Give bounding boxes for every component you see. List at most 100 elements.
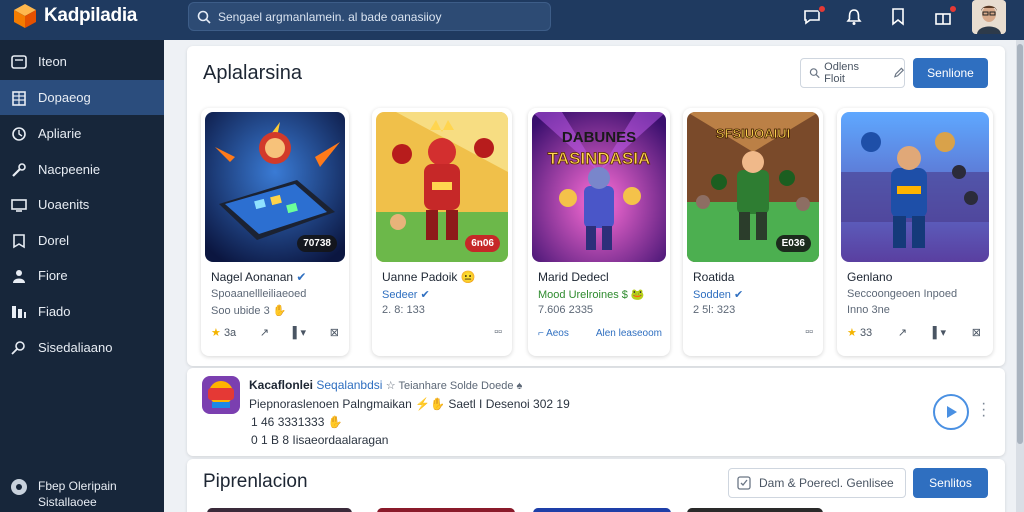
sidebar-item-label: Fiore bbox=[38, 268, 68, 283]
sidebar-footer[interactable]: Fbep Oleripain Sistallaoee bbox=[10, 478, 117, 510]
play-button[interactable] bbox=[933, 394, 969, 430]
sidebar-item-label: Sisedaliaano bbox=[38, 340, 113, 355]
filter-label: Odlens Floit bbox=[824, 61, 860, 85]
share-icon[interactable]: ↗ bbox=[260, 326, 269, 339]
app-name: Kadpiladia bbox=[44, 5, 138, 26]
sidebar-item-dorel[interactable]: Dorel bbox=[0, 223, 164, 258]
bookmarks-button[interactable] bbox=[886, 5, 910, 29]
game-title-art: SFSIUOAIUI bbox=[715, 126, 790, 142]
game-logo-icon bbox=[202, 376, 240, 414]
checkbox-icon bbox=[737, 476, 751, 490]
notifications-button[interactable] bbox=[842, 5, 866, 29]
feed-stats: 1 46 3331333 ✋ bbox=[251, 415, 343, 429]
more-options-icon[interactable]: · · · bbox=[981, 396, 986, 424]
sidebar-item-fiado[interactable]: Fiado bbox=[0, 294, 164, 329]
app-name: Nagel Aonanan ✔ bbox=[211, 270, 307, 284]
link-aeos[interactable]: ⌐ Aeos bbox=[538, 328, 569, 339]
primary-action-label: Senlione bbox=[927, 66, 974, 80]
app-name: Marid Dedecl bbox=[538, 270, 609, 284]
sidebar-item-label: Dorel bbox=[38, 233, 70, 248]
search-input[interactable] bbox=[218, 9, 538, 24]
app-subtitle: Sedeer ✔ bbox=[382, 289, 430, 301]
notification-dot bbox=[818, 5, 826, 13]
bell-icon bbox=[846, 9, 862, 25]
app-thumbnail[interactable]: SFSIUOAIUI E036 bbox=[687, 112, 819, 262]
link-alen[interactable]: Alen leaseoom bbox=[596, 328, 662, 339]
card-actions: ★ 3a ↗ ▌▾ ⊠ bbox=[211, 326, 339, 339]
more-icon[interactable]: ▫▫ bbox=[805, 326, 813, 338]
filter-checkbox-button[interactable]: Dam & Poerecl. Genlisee bbox=[728, 468, 906, 498]
card-preview[interactable] bbox=[207, 508, 352, 512]
app-card[interactable]: 70738 Nagel Aonanan ✔ Spoaanellleiliaeoe… bbox=[201, 108, 349, 356]
app-meta: 7.606 2335 bbox=[538, 304, 594, 316]
sidebar-item-dopaeog[interactable]: Dopaeog bbox=[0, 80, 164, 115]
top-bar: Kadpiladia bbox=[0, 0, 1024, 40]
sidebar-item-sisedaliaano[interactable]: Sisedaliaano bbox=[0, 330, 164, 365]
card-preview[interactable] bbox=[687, 508, 823, 512]
expand-icon[interactable]: ⊠ bbox=[330, 326, 339, 339]
app-card[interactable]: Genlano Seccoongeoen Inpoed Inno 3ne ★ 3… bbox=[837, 108, 993, 356]
sidebar-item-apliarie[interactable]: Apliarie bbox=[0, 116, 164, 151]
apps-panel: Aplalarsina Odlens Floit Senlione 70738 … bbox=[187, 46, 1005, 366]
app-card[interactable]: SFSIUOAIUI E036 Roatida Sodden ✔ 2 5l: 3… bbox=[683, 108, 823, 356]
thumbs-down-icon[interactable]: ▌▾ bbox=[293, 326, 306, 339]
feed-title-line: Kacaflonlei Seqalanbdsi ☆ Teianhare Sold… bbox=[249, 378, 522, 392]
feed-description-tail: I Desenoi 302 19 bbox=[479, 397, 570, 411]
window-icon bbox=[11, 54, 27, 69]
card-actions: ▫▫ bbox=[382, 326, 502, 338]
sidebar: Iteon Dopaeog Apliarie Nacpeenie Uoaenit… bbox=[0, 40, 164, 512]
card-preview[interactable] bbox=[533, 508, 671, 512]
game-title-art: DABUNES TASINDASIA bbox=[547, 129, 650, 168]
sidebar-item-label: Dopaeog bbox=[38, 90, 91, 105]
search-bar[interactable] bbox=[188, 2, 551, 31]
card-preview[interactable] bbox=[377, 508, 515, 512]
app-meta: Inno 3ne bbox=[847, 304, 890, 316]
app-thumbnail[interactable]: 6n06 bbox=[376, 112, 508, 262]
more-icon[interactable]: ▫▫ bbox=[494, 326, 502, 338]
alerts-button[interactable] bbox=[931, 5, 957, 29]
sidebar-item-nacpeenie[interactable]: Nacpeenie bbox=[0, 152, 164, 187]
app-card[interactable]: DABUNES TASINDASIA Marid Dedecl Mood Ure… bbox=[528, 108, 670, 356]
user-avatar[interactable] bbox=[972, 0, 1006, 34]
feed-app-logo[interactable] bbox=[202, 376, 240, 414]
app-thumbnail[interactable] bbox=[841, 112, 989, 262]
app-name: Roatida bbox=[693, 270, 735, 284]
thumbs-down-icon[interactable]: ▌▾ bbox=[933, 326, 946, 339]
sidebar-item-iteon[interactable]: Iteon bbox=[0, 44, 164, 79]
app-name: Genlano bbox=[847, 270, 893, 284]
feed-description-main: Piepnoraslenoen Palngmaikan ⚡✋ Saetl bbox=[249, 397, 476, 411]
primary-action-button[interactable]: Senlione bbox=[913, 58, 988, 88]
price-badge: 6n06 bbox=[465, 235, 500, 252]
monitor-icon bbox=[11, 198, 27, 212]
secondary-primary-button[interactable]: Senlitos bbox=[913, 468, 988, 498]
feed-description: Piepnoraslenoen Palngmaikan ⚡✋ Saetl I D… bbox=[249, 397, 570, 411]
card-actions: ★ 33 ↗ ▌▾ ⊠ bbox=[847, 326, 981, 339]
game-title-line1: DABUNES bbox=[562, 129, 636, 146]
rating: ★ 33 bbox=[847, 327, 873, 339]
app-card[interactable]: 6n06 Uanne Padoik 😐 Sedeer ✔ 2. 8: 133 ▫… bbox=[372, 108, 512, 356]
search-icon bbox=[11, 340, 25, 355]
app-subtitle: Spoaanellleiliaeoed bbox=[211, 288, 307, 300]
feed-meta: 0 1 B 8 Iisaeordaalaragan bbox=[251, 433, 389, 447]
share-icon[interactable]: ↗ bbox=[898, 326, 907, 339]
expand-icon[interactable]: ⊠ bbox=[972, 326, 981, 339]
search-icon bbox=[197, 10, 211, 24]
feed-title-link[interactable]: Seqalanbdsi bbox=[316, 378, 382, 392]
scrollbar-thumb[interactable] bbox=[1017, 44, 1023, 444]
rating: ★ 3a bbox=[211, 327, 237, 339]
sidebar-item-fiore[interactable]: Fiore bbox=[0, 258, 164, 293]
sidebar-footer-line1: Fbep Oleripain bbox=[38, 479, 117, 493]
sidebar-item-label: Nacpeenie bbox=[38, 162, 101, 177]
feed-item[interactable]: Kacaflonlei Seqalanbdsi ☆ Teianhare Sold… bbox=[187, 368, 1005, 456]
secondary-primary-label: Senlitos bbox=[929, 476, 972, 490]
sidebar-item-uoaenits[interactable]: Uoaenits bbox=[0, 187, 164, 222]
messages-button[interactable] bbox=[800, 5, 826, 29]
app-thumbnail[interactable]: DABUNES TASINDASIA bbox=[532, 112, 666, 262]
app-thumbnail[interactable]: 70738 bbox=[205, 112, 345, 262]
building-icon bbox=[12, 90, 26, 106]
section-title: Piprenlacion bbox=[203, 471, 308, 492]
app-name: Uanne Padoik 😐 bbox=[382, 270, 476, 284]
filter-button[interactable]: Odlens Floit bbox=[800, 58, 905, 88]
price-badge: E036 bbox=[775, 235, 811, 252]
app-logo[interactable]: Kadpiladia bbox=[12, 3, 137, 29]
